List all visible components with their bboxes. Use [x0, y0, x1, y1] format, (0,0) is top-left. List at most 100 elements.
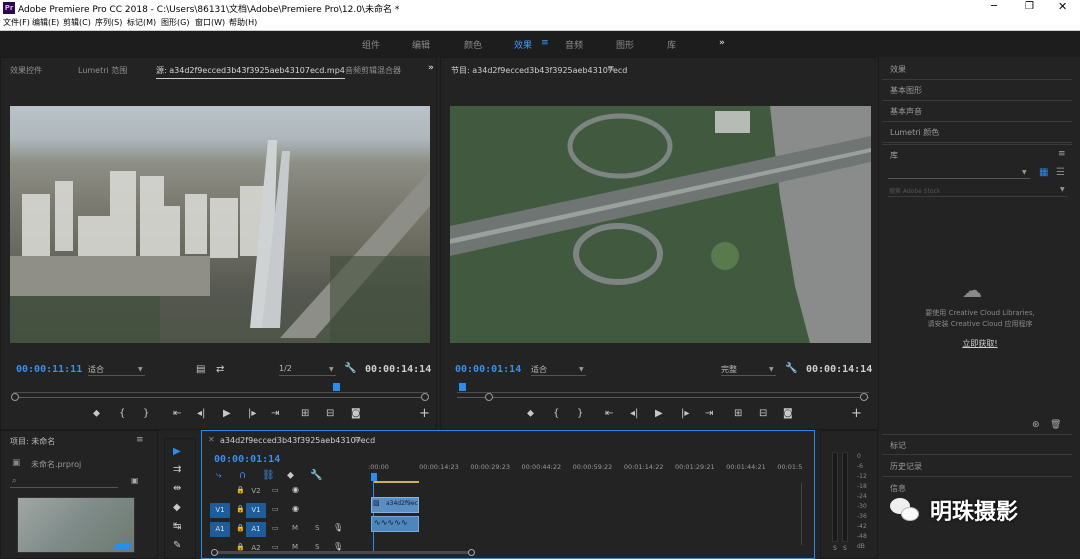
lock-icon[interactable]: 🔒 [236, 543, 245, 551]
menu-clip[interactable]: 剪辑(C) [63, 17, 91, 28]
panel-menu-icon[interactable]: ≡ [1058, 149, 1066, 159]
work-area-bar[interactable] [374, 481, 419, 483]
workspace-more-icon[interactable]: » [719, 38, 725, 48]
source-patch-v1[interactable]: V1 [210, 503, 230, 518]
microphone-icon[interactable]: 🎙 [333, 542, 343, 551]
lock-icon[interactable]: 🔒 [236, 524, 245, 532]
program-fit-dropdown[interactable]: 适合 [531, 364, 586, 376]
button-editor-icon[interactable]: + [851, 407, 862, 420]
wrench-icon[interactable]: 🔧 [310, 470, 322, 482]
program-quality-dropdown[interactable]: 完整 [721, 364, 776, 376]
play-icon[interactable]: ▶ [223, 408, 231, 420]
panel-lumetri-color[interactable]: Lumetri 颜色 [882, 122, 1072, 143]
insert-nest-icon[interactable]: ⤷ [216, 470, 222, 482]
solo-left-button[interactable]: S [833, 545, 837, 552]
timeline-timecode[interactable]: 00:00:01:14 [214, 454, 280, 465]
button-editor-icon[interactable]: + [419, 407, 430, 420]
insert-overlay-icon[interactable]: ⇄ [216, 364, 224, 376]
camera-icon[interactable]: ◙ [783, 408, 793, 420]
source-playhead-icon[interactable] [333, 383, 340, 391]
workspace-menu-icon[interactable]: ≡ [541, 38, 549, 48]
program-time-ruler[interactable] [457, 385, 869, 393]
add-marker-icon[interactable]: ⬥ [93, 408, 100, 420]
new-search-bin-icon[interactable]: ▣ [131, 476, 139, 485]
go-to-out-icon[interactable]: ⇥ [271, 408, 279, 420]
menu-sequence[interactable]: 序列(S) [95, 17, 122, 28]
trash-icon[interactable]: 🗑 [1050, 420, 1061, 430]
panel-menu-icon[interactable]: ≡ [136, 435, 144, 445]
panel-essential-sound[interactable]: 基本声音 [882, 101, 1072, 122]
go-to-in-icon[interactable]: ⇤ [173, 408, 181, 420]
timeline-clip-audio[interactable]: ∿∿∿∿∿ [371, 516, 419, 532]
panel-history[interactable]: 历史记录 [882, 456, 1072, 477]
mute-icon[interactable]: M [292, 543, 298, 551]
menu-window[interactable]: 窗口(W) [195, 17, 225, 28]
menu-edit[interactable]: 编辑(E) [32, 17, 59, 28]
razor-tool-icon[interactable]: ◆ [173, 502, 181, 514]
minimize-icon[interactable]: ─ [991, 1, 997, 12]
track-target-v1[interactable]: V1 [246, 503, 266, 518]
sync-lock-icon[interactable]: ▭ [272, 524, 279, 532]
eye-icon[interactable]: ◉ [292, 485, 299, 494]
workspace-color[interactable]: 颜色 [464, 38, 482, 51]
tab-source[interactable]: 源: a34d2f9ecced3b43f3925aeb43107ecd.mp4 [156, 65, 345, 79]
source-scrub-bar[interactable] [13, 397, 428, 398]
menu-marker[interactable]: 标记(M) [127, 17, 156, 28]
step-back-icon[interactable]: ◂| [197, 408, 205, 420]
linked-selection-icon[interactable]: ⛓ [262, 470, 275, 482]
wrench-icon[interactable]: 🔧 [344, 363, 356, 375]
program-in-point[interactable] [485, 393, 493, 401]
tab-program[interactable]: 节目: a34d2f9ecced3b43f3925aeb43107ecd [451, 65, 627, 76]
sync-lock-icon[interactable]: ▭ [272, 486, 279, 494]
workspace-effects[interactable]: 效果 [514, 38, 532, 51]
play-icon[interactable]: ▶ [655, 408, 663, 420]
go-to-in-icon[interactable]: ⇤ [605, 408, 613, 420]
close-icon[interactable]: ✕ [208, 435, 215, 444]
tab-effect-controls[interactable]: 效果控件 [10, 65, 42, 76]
add-marker-icon[interactable]: ⬥ [287, 470, 294, 482]
menu-file[interactable]: 文件(F) [3, 17, 30, 28]
export-frame-settings-icon[interactable]: ▤ [196, 364, 205, 376]
mark-out-icon[interactable]: } [143, 408, 149, 420]
cc-sync-icon[interactable]: ⊛ [1032, 420, 1040, 430]
timeline-playhead-icon[interactable] [371, 473, 377, 481]
tab-lumetri-scopes[interactable]: Lumetri 范围 [78, 65, 127, 76]
adobe-stock-search[interactable]: 搜索 Adobe Stock ▼ [888, 185, 1068, 197]
overwrite-icon[interactable]: ⊟ [326, 408, 334, 420]
source-time-ruler[interactable] [13, 385, 428, 393]
step-forward-icon[interactable]: |▸ [681, 408, 689, 420]
program-timecode[interactable]: 00:00:01:14 [455, 364, 521, 375]
panel-menu-icon[interactable]: ≡ [607, 64, 615, 74]
source-fit-dropdown[interactable]: 适合 [88, 364, 145, 376]
grid-view-icon[interactable]: ▦ [1039, 167, 1048, 178]
workspace-assembly[interactable]: 组件 [362, 38, 380, 51]
project-search-input[interactable]: ⌕ [10, 476, 118, 488]
program-scrub-bar[interactable] [457, 397, 869, 398]
source-patch-a1[interactable]: A1 [210, 522, 230, 537]
camera-icon[interactable]: ◙ [351, 408, 361, 420]
source-timecode[interactable]: 00:00:11:11 [16, 364, 82, 375]
add-marker-icon[interactable]: ⬥ [527, 408, 534, 420]
lock-icon[interactable]: 🔒 [236, 486, 245, 494]
source-resolution-dropdown[interactable]: 1/2 [279, 364, 336, 376]
step-back-icon[interactable]: ◂| [630, 408, 638, 420]
sequence-tab[interactable]: a34d2f9ecced3b43f3925aeb43107ecd [220, 436, 375, 445]
solo-right-button[interactable]: S [843, 545, 847, 552]
workspace-editing[interactable]: 编辑 [412, 38, 430, 51]
workspace-libraries[interactable]: 库 [667, 38, 676, 51]
eye-icon[interactable]: ◉ [292, 504, 299, 513]
sync-lock-icon[interactable]: ▭ [272, 543, 279, 551]
workspace-graphics[interactable]: 图形 [616, 38, 634, 51]
solo-icon[interactable]: S [315, 524, 319, 532]
mark-out-icon[interactable]: } [577, 408, 583, 420]
lift-icon[interactable]: ⊞ [734, 408, 742, 420]
panel-markers[interactable]: 标记 [882, 434, 1072, 455]
wrench-icon[interactable]: 🔧 [785, 363, 797, 375]
lock-icon[interactable]: 🔒 [236, 505, 245, 513]
sync-lock-icon[interactable]: ▭ [272, 505, 279, 513]
ripple-edit-tool-icon[interactable]: ⇹ [173, 483, 181, 495]
pen-tool-icon[interactable]: ✎ [173, 540, 181, 552]
step-forward-icon[interactable]: |▸ [248, 408, 256, 420]
timeline-vertical-scroll[interactable] [801, 483, 807, 545]
snap-icon[interactable]: ∩ [239, 470, 246, 482]
